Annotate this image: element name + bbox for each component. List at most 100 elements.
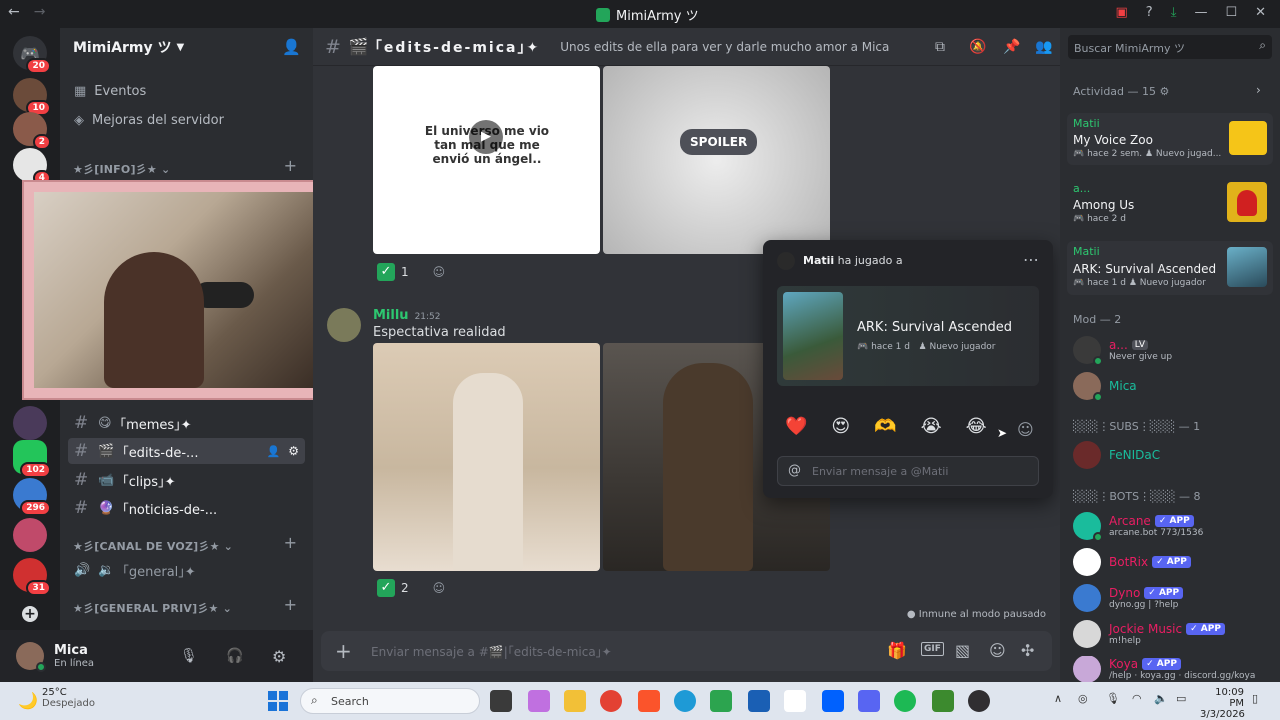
app-icon[interactable] <box>710 690 732 712</box>
server-icon[interactable]: 2 <box>13 112 51 150</box>
discord-taskbar-icon[interactable] <box>858 690 880 712</box>
add-reaction-icon[interactable]: ☺ <box>1017 420 1034 439</box>
server-icon[interactable]: 31 <box>13 558 51 596</box>
copilot-icon[interactable] <box>528 690 550 712</box>
bot-item[interactable]: Koya ✓ APP /help · koya.gg · discord.gg/k… <box>1073 656 1255 682</box>
weather-icon[interactable]: 🌙 <box>18 691 38 710</box>
download-icon[interactable]: ⤓ <box>1171 5 1177 20</box>
add-reaction-icon[interactable]: ☺ <box>433 265 446 279</box>
bot-item[interactable]: Jockie Music ✓ APP m!help <box>1073 620 1225 648</box>
channel-clips[interactable]: # 📹 ｢clips｣✦ <box>68 467 305 493</box>
member-item[interactable]: a... LV Never give up <box>1073 336 1172 366</box>
play-icon[interactable]: ▶ <box>469 120 503 154</box>
settings-gear-icon[interactable]: ⚙ <box>272 647 286 666</box>
back-arrow-icon[interactable]: ← <box>8 4 20 20</box>
more-options-icon[interactable]: ⋯ <box>1023 250 1039 269</box>
taskbar-search[interactable]: ⌕ Search <box>300 688 480 714</box>
events-item[interactable]: ▦ Eventos <box>68 78 305 104</box>
bot-item[interactable]: BotRix ✓ APP <box>1073 548 1191 576</box>
sticker-icon[interactable]: ▧ <box>955 641 970 660</box>
server-icon[interactable]: 10 <box>13 78 51 116</box>
category-priv[interactable]: ★彡[GENERAL PRIV]彡★ ⌄ <box>73 600 232 616</box>
add-channel-icon[interactable]: + <box>284 156 297 175</box>
notification-icon[interactable]: ▯ <box>1252 692 1258 705</box>
message-composer[interactable]: + Enviar mensaje a #🎬|｢edits-de-mica｣✦ 🎁… <box>321 631 1052 671</box>
inbox-icon[interactable]: ▣ <box>1115 5 1127 20</box>
gif-icon[interactable]: GIF <box>921 642 944 656</box>
add-channel-icon[interactable]: + <box>284 533 297 552</box>
chevron-right-icon[interactable]: › <box>1256 83 1261 97</box>
channel-news[interactable]: # 🔮 ｢noticias-de-... <box>68 495 305 521</box>
minecraft-icon[interactable] <box>932 690 954 712</box>
store-icon[interactable] <box>748 690 770 712</box>
brave-icon[interactable] <box>638 690 660 712</box>
image-attachment[interactable] <box>373 343 600 571</box>
server-icon[interactable] <box>13 406 47 440</box>
minimize-icon[interactable]: — <box>1194 5 1207 20</box>
server-header[interactable]: MimiArmy ツ ▼ 👤 <box>60 28 313 66</box>
reaction-check[interactable]: ✓ 1 ☺ <box>377 261 445 283</box>
forward-arrow-icon[interactable]: → <box>34 4 46 20</box>
search-input[interactable]: Buscar MimiArmy ツ ⌕ <box>1068 35 1272 59</box>
close-icon[interactable]: ✕ <box>1255 5 1266 20</box>
server-icon[interactable] <box>13 518 47 552</box>
bot-item[interactable]: Arcane ✓ APP arcane.bot 773/1536 <box>1073 512 1203 542</box>
add-channel-icon[interactable]: + <box>284 595 297 614</box>
obs-icon[interactable] <box>968 690 990 712</box>
activity-header[interactable]: Actividad — 15 ⚙ <box>1073 85 1169 98</box>
tray-icon[interactable]: ◎ <box>1078 692 1088 705</box>
category-voice[interactable]: ★彡[CANAL DE VOZ]彡★ ⌄ <box>73 538 233 554</box>
server-icon[interactable]: 296 <box>13 478 51 516</box>
spoiler-attachment[interactable]: SPOILER <box>603 66 830 254</box>
boosts-item[interactable]: ◈ Mejoras del servidor <box>68 107 305 133</box>
activity-card[interactable]: Matii My Voice Zoo 🎮 hace 2 sem. ♟ Nuevo… <box>1067 113 1273 165</box>
threads-icon[interactable]: ⧉ <box>935 39 945 55</box>
dropbox-icon[interactable] <box>822 690 844 712</box>
channel-edits[interactable]: # 🎬 ｢edits-de-... 👤 ⚙ <box>68 438 305 464</box>
help-icon[interactable]: ? <box>1146 5 1153 20</box>
emoji-picker-icon[interactable]: ☺ <box>989 641 1006 660</box>
author-name[interactable]: Millu <box>373 308 409 323</box>
laughing-reaction[interactable]: 😂 <box>966 416 987 437</box>
amazon-icon[interactable] <box>784 690 806 712</box>
file-explorer-icon[interactable] <box>490 690 512 712</box>
add-server-icon[interactable]: + <box>22 606 38 622</box>
activity-card[interactable]: a... Among Us 🎮 hace 2 d <box>1067 178 1273 228</box>
bot-item[interactable]: Dyno ✓ APP dyno.gg | ?help <box>1073 584 1184 612</box>
author-avatar[interactable] <box>327 308 361 342</box>
popup-user[interactable]: Matii <box>803 254 834 267</box>
gear-icon[interactable]: ⚙ <box>288 444 299 458</box>
voice-channel-general[interactable]: 🔊 🔉 ｢general｣✦ <box>68 557 305 583</box>
chevron-up-icon[interactable]: ∧ <box>1054 692 1062 705</box>
channel-memes[interactable]: # 😋 ｢memes｣✦ <box>68 410 305 436</box>
spotify-icon[interactable] <box>894 690 916 712</box>
video-attachment[interactable]: El universo me vio tan mal que me envió … <box>373 66 600 254</box>
invite-icon[interactable]: 👤 <box>267 445 281 458</box>
clock-time[interactable]: 10:09 PM <box>1200 687 1244 709</box>
members-icon[interactable]: 👥 <box>1035 39 1052 55</box>
pin-icon[interactable]: 📌 <box>1003 39 1020 55</box>
game-card[interactable]: ARK: Survival Ascended 🎮 hace 1 d ♟ Nuev… <box>777 286 1039 386</box>
mute-icon[interactable]: 🔕 <box>969 39 986 55</box>
maximize-icon[interactable]: ☐ <box>1225 5 1237 20</box>
wifi-icon[interactable]: ◠ <box>1132 692 1142 705</box>
headphones-icon[interactable]: 🎧 <box>226 648 243 664</box>
activity-card[interactable]: Matii ARK: Survival Ascended 🎮 hace 1 d … <box>1067 241 1273 295</box>
heart-eyes-reaction[interactable]: 😍 <box>831 416 850 437</box>
microphone-tray-icon[interactable]: 🎙 <box>1106 692 1120 705</box>
start-icon[interactable] <box>268 691 288 711</box>
invite-icon[interactable]: 👤 <box>282 38 301 56</box>
crying-reaction[interactable]: 😭 <box>921 416 942 437</box>
clock-date[interactable]: 3/3/2026 <box>1200 709 1245 720</box>
heart-hands-reaction[interactable]: 🫶 <box>874 416 896 437</box>
member-item[interactable]: FeNIDaC <box>1073 441 1160 469</box>
direct-messages-icon[interactable]: 🎮 20 <box>13 36 51 74</box>
add-reaction-icon[interactable]: ☺ <box>433 581 446 595</box>
popup-avatar[interactable] <box>777 252 795 270</box>
dm-input[interactable]: @ Enviar mensaje a @Matii <box>777 456 1039 486</box>
server-icon[interactable]: 4 <box>13 148 51 186</box>
heart-reaction[interactable]: ❤️ <box>785 416 807 437</box>
category-info[interactable]: ★彡[INFO]彡★ ⌄ <box>73 161 170 177</box>
gift-icon[interactable]: 🎁 <box>887 641 907 660</box>
chrome-icon[interactable] <box>600 690 622 712</box>
